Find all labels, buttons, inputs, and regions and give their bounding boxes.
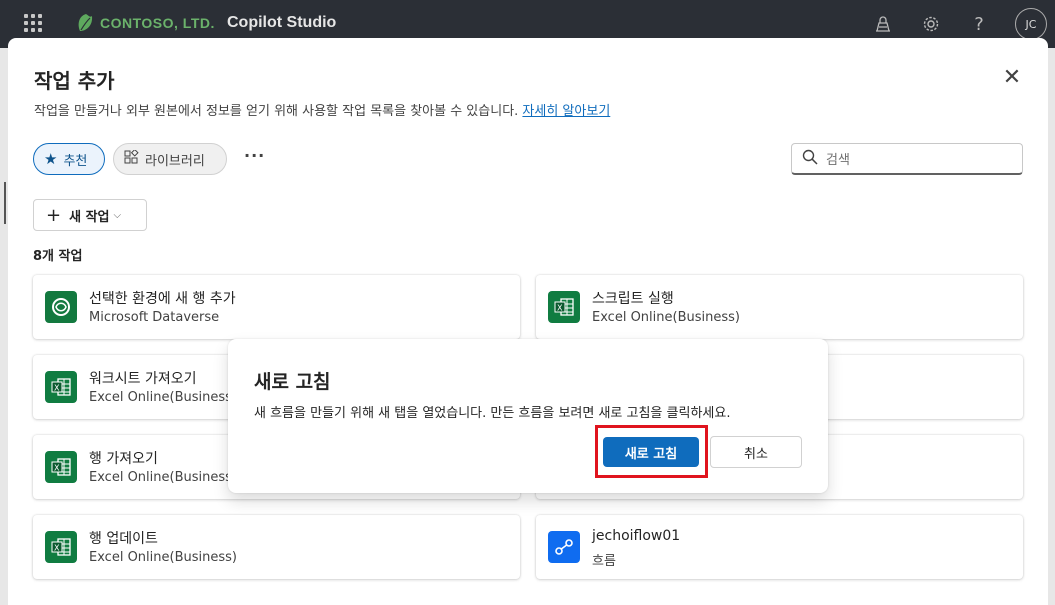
excel-icon: X bbox=[45, 451, 77, 483]
top-bar-actions: ? JC bbox=[871, 8, 1047, 40]
star-icon: ★ bbox=[44, 150, 58, 168]
chevron-down-icon: ⌵ bbox=[113, 209, 122, 221]
flow-icon bbox=[548, 531, 580, 563]
description-text: 작업을 만들거나 외부 원본에서 정보를 얻기 위해 사용할 작업 목록을 찾아… bbox=[34, 104, 519, 119]
tab-library[interactable]: 라이브러리 bbox=[113, 143, 227, 175]
action-name: 워크시트 가져오기 bbox=[89, 371, 197, 387]
action-card[interactable]: X 행 업데이트 Excel Online(Business) bbox=[33, 515, 520, 579]
leaf-logo-icon bbox=[78, 14, 93, 31]
tab-label: 라이브러리 bbox=[145, 153, 205, 169]
action-card[interactable]: 선택한 환경에 새 행 추가 Microsoft Dataverse bbox=[33, 275, 520, 339]
app-launcher-icon[interactable] bbox=[24, 14, 42, 32]
dialog-message: 새 흐름을 만들기 위해 새 탭을 열었습니다. 만든 흐름을 보려면 새로 고… bbox=[254, 406, 731, 421]
library-icon bbox=[124, 148, 139, 169]
search-icon bbox=[802, 149, 818, 169]
refresh-dialog: 새로 고침 새 흐름을 만들기 위해 새 탭을 열었습니다. 만든 흐름을 보려… bbox=[228, 339, 828, 493]
tab-recommended[interactable]: ★ 추천 bbox=[33, 143, 105, 175]
svg-text:X: X bbox=[557, 304, 563, 313]
search-input[interactable]: 검색 bbox=[826, 149, 850, 168]
action-source: Excel Online(Business) bbox=[89, 470, 237, 485]
dialog-title: 새로 고침 bbox=[254, 371, 331, 393]
settings-gear-icon[interactable] bbox=[919, 12, 943, 36]
brand-logo: CONTOSO, LTD. bbox=[76, 12, 215, 34]
search-box[interactable]: 검색 bbox=[791, 143, 1023, 175]
excel-icon: X bbox=[45, 371, 77, 403]
more-options-button[interactable]: ··· bbox=[244, 146, 265, 165]
action-name: 스크립트 실행 bbox=[592, 291, 674, 307]
excel-icon: X bbox=[548, 291, 580, 323]
action-name: jechoiflow01 bbox=[592, 528, 681, 544]
excel-icon: X bbox=[45, 531, 77, 563]
close-icon[interactable]: ✕ bbox=[1002, 67, 1022, 89]
learn-more-link[interactable]: 자세히 알아보기 bbox=[522, 104, 610, 119]
plus-icon: + bbox=[46, 204, 62, 226]
svg-text:X: X bbox=[54, 384, 60, 393]
action-source: Microsoft Dataverse bbox=[89, 310, 220, 325]
action-source: 흐름 bbox=[592, 554, 616, 569]
background-nav-indicator bbox=[4, 182, 6, 224]
action-count: 8개 작업 bbox=[33, 249, 83, 264]
avatar[interactable]: JC bbox=[1015, 8, 1047, 40]
panel-description: 작업을 만들거나 외부 원본에서 정보를 얻기 위해 사용할 작업 목록을 찾아… bbox=[34, 100, 610, 119]
new-action-label: 새 작업 bbox=[69, 209, 110, 225]
svg-text:X: X bbox=[54, 464, 60, 473]
environment-icon[interactable] bbox=[871, 12, 895, 36]
action-name: 행 업데이트 bbox=[89, 531, 158, 547]
brand-name: CONTOSO, LTD. bbox=[100, 15, 215, 31]
action-card[interactable]: jechoiflow01 흐름 bbox=[536, 515, 1023, 579]
cancel-button[interactable]: 취소 bbox=[710, 436, 802, 468]
tab-label: 추천 bbox=[63, 153, 88, 169]
refresh-button[interactable]: 새로 고침 bbox=[603, 437, 699, 467]
action-name: 선택한 환경에 새 행 추가 bbox=[89, 291, 236, 307]
action-source: Excel Online(Business) bbox=[89, 390, 237, 405]
new-action-button[interactable]: + 새 작업 ⌵ bbox=[33, 199, 147, 231]
action-card[interactable]: X 스크립트 실행 Excel Online(Business) bbox=[536, 275, 1023, 339]
app-title: Copilot Studio bbox=[227, 14, 337, 31]
add-action-panel: 작업 추가 작업을 만들거나 외부 원본에서 정보를 얻기 위해 사용할 작업 … bbox=[8, 38, 1048, 605]
help-icon[interactable]: ? bbox=[967, 12, 991, 36]
action-source: Excel Online(Business) bbox=[592, 310, 740, 325]
action-source: Excel Online(Business) bbox=[89, 550, 237, 565]
panel-title: 작업 추가 bbox=[34, 69, 115, 93]
dataverse-icon bbox=[45, 291, 77, 323]
action-name: 행 가져오기 bbox=[89, 451, 158, 467]
svg-text:X: X bbox=[54, 544, 60, 553]
